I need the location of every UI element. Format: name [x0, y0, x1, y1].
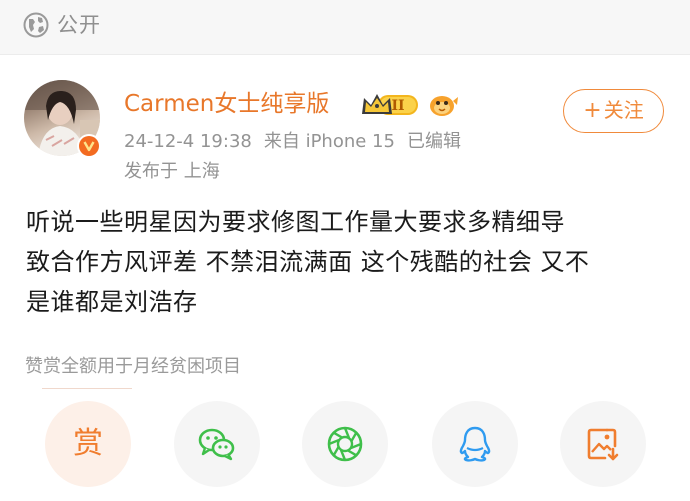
- post-time: 24-12-4 19:38: [124, 131, 252, 152]
- post-meta: 24-12-4 19:38 来自 iPhone 15 已编辑: [124, 130, 473, 154]
- plus-icon: +: [583, 98, 602, 123]
- post-line: 致合作方风评差 不禁泪流满面 这个残酷的社会 又不: [26, 248, 590, 276]
- fan-badge-icon[interactable]: [427, 92, 459, 118]
- moments-icon: [327, 426, 363, 462]
- follow-button[interactable]: + 关注: [563, 89, 664, 133]
- share-wechat-button[interactable]: [174, 401, 260, 487]
- post-line: 是谁都是刘浩存: [26, 288, 198, 316]
- post-location: 发布于 上海: [124, 161, 220, 182]
- vip-crown-icon[interactable]: II: [360, 88, 424, 120]
- verified-icon: [79, 136, 99, 156]
- vip-level: II: [391, 98, 404, 114]
- visibility-label: 公开: [57, 13, 101, 37]
- post-line: 听说一些明星因为要求修图工作量大要求多精细导: [26, 208, 565, 236]
- edited-label[interactable]: 已编辑: [407, 131, 461, 152]
- visibility-bar: 公开: [0, 0, 690, 55]
- globe-icon: [23, 12, 49, 38]
- weibo-post-page: 公开 Carmen女士纯享版 II 24-12-4 19:38 来自 iPhon…: [0, 0, 690, 501]
- share-qq-button[interactable]: [432, 401, 518, 487]
- divider: [42, 388, 132, 389]
- post-content: 听说一些明星因为要求修图工作量大要求多精细导 致合作方风评差 不禁泪流满面 这个…: [26, 202, 666, 322]
- save-image-button[interactable]: [560, 401, 646, 487]
- verified-badge: [77, 134, 101, 158]
- reward-note: 赞赏全额用于月经贫困项目: [25, 356, 241, 377]
- reward-label: 赏: [73, 426, 103, 461]
- save-image-icon: [587, 428, 619, 461]
- follow-label: 关注: [603, 98, 644, 122]
- qq-icon: [459, 426, 491, 462]
- reward-button[interactable]: 赏: [45, 401, 131, 487]
- wechat-icon: [198, 428, 235, 461]
- share-moments-button[interactable]: [302, 401, 388, 487]
- post-device: 来自 iPhone 15: [263, 131, 395, 152]
- username[interactable]: Carmen女士纯享版: [124, 89, 329, 119]
